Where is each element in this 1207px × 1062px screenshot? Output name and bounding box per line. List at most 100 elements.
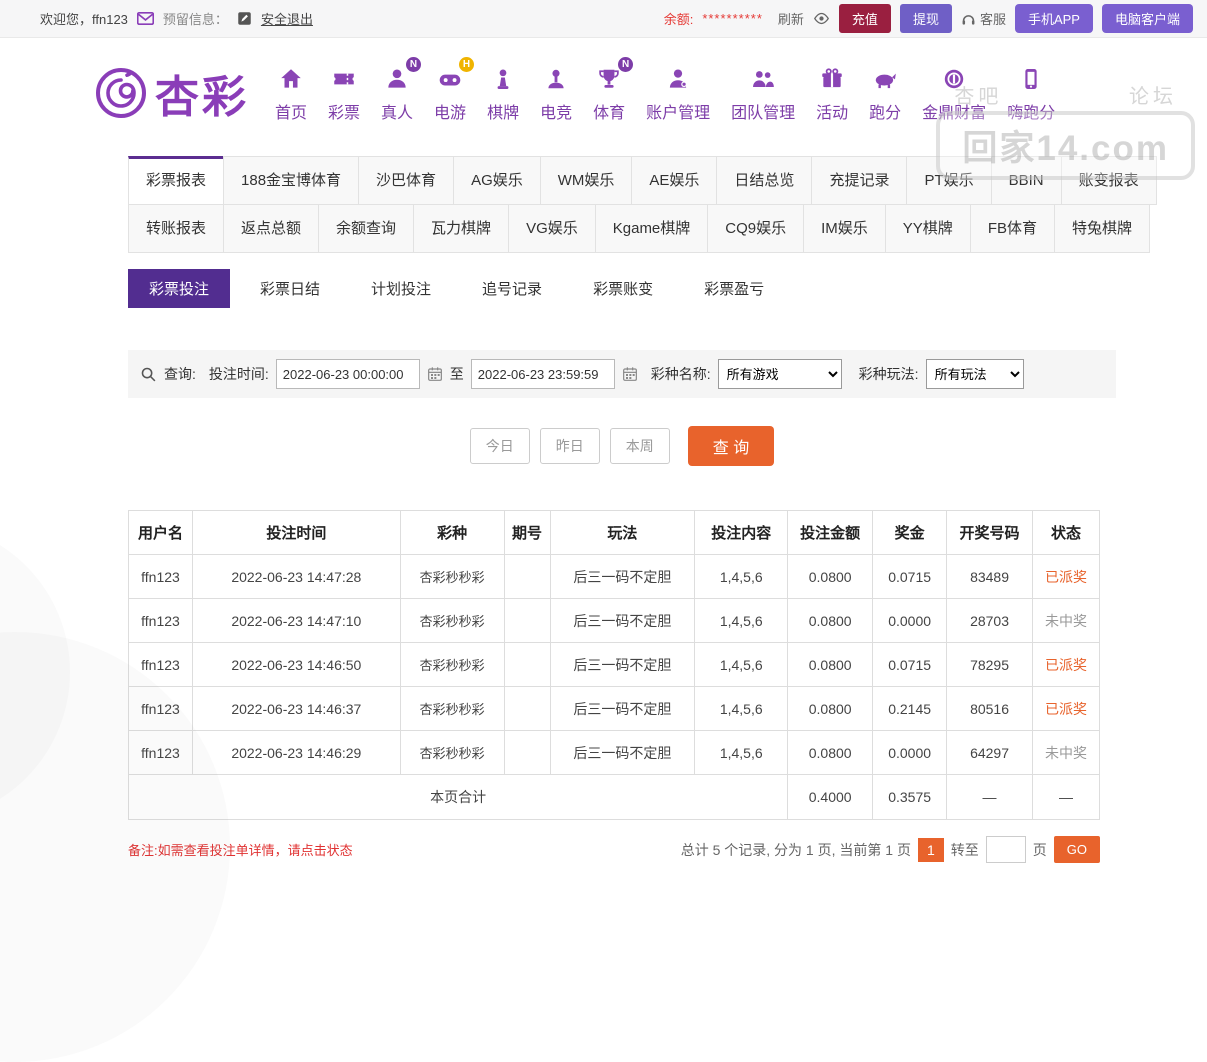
this-week-button[interactable]: 本周 (610, 428, 670, 464)
search-button[interactable]: 查 询 (688, 426, 774, 466)
nav-item[interactable]: 团队管理 (731, 64, 795, 123)
status-cell[interactable]: 已派奖 (1033, 687, 1100, 731)
nav-item[interactable]: 棋牌 (487, 64, 519, 123)
note-text: 备注:如需查看投注单详情，请点击状态 (128, 840, 353, 859)
nav-label: 金鼎财富 (922, 99, 986, 123)
paofen-rhino-icon (872, 64, 898, 94)
report-tab[interactable]: Kgame棋牌 (595, 204, 709, 253)
report-tab[interactable]: 沙巴体育 (358, 156, 454, 205)
report-tab[interactable]: YY棋牌 (885, 204, 971, 253)
report-tab[interactable]: 返点总额 (223, 204, 319, 253)
game-cell: 杏彩秒秒彩 (400, 731, 504, 775)
user-cell: ffn123 (129, 643, 193, 687)
report-tab[interactable]: 彩票报表 (128, 156, 224, 205)
report-tab[interactable]: FB体育 (970, 204, 1055, 253)
report-tab[interactable]: CQ9娱乐 (707, 204, 804, 253)
nav-item[interactable]: 账户管理 (646, 64, 710, 123)
column-header: 用户名 (129, 511, 193, 555)
report-tab[interactable]: AE娱乐 (631, 156, 717, 205)
calendar-icon[interactable] (427, 366, 443, 382)
edit-icon[interactable] (237, 11, 252, 26)
sub-tab[interactable]: 彩票投注 (128, 269, 230, 308)
calendar-icon[interactable] (622, 366, 638, 382)
refresh-link[interactable]: 刷新 (778, 9, 804, 28)
status-cell[interactable]: 未中奖 (1033, 731, 1100, 775)
current-page[interactable]: 1 (918, 838, 944, 862)
nav-item[interactable]: 活动 (816, 64, 848, 123)
background-decor-circle (0, 522, 70, 822)
status-cell[interactable]: 已派奖 (1033, 555, 1100, 599)
sub-tab[interactable]: 计划投注 (350, 269, 452, 308)
eye-icon[interactable] (813, 12, 830, 25)
report-tab[interactable]: IM娱乐 (803, 204, 886, 253)
issue-cell (504, 643, 550, 687)
prize-cell: 0.0000 (873, 599, 947, 643)
sub-tab[interactable]: 彩票账变 (572, 269, 674, 308)
welcome-text: 欢迎您，ffn123 (40, 9, 128, 28)
nav-label: 账户管理 (646, 99, 710, 123)
game-select[interactable]: 所有游戏 (718, 359, 842, 389)
balance-label: 余额: (664, 9, 694, 28)
report-tab[interactable]: 账变报表 (1061, 156, 1157, 205)
start-time-input[interactable] (276, 359, 420, 389)
nav-item[interactable]: 电竞 (540, 64, 572, 123)
report-tab[interactable]: VG娱乐 (508, 204, 596, 253)
nav-label: 嗨跑分 (1007, 99, 1055, 123)
amount-cell: 0.0800 (788, 687, 873, 731)
nav-item[interactable]: 嗨跑分 (1007, 64, 1055, 123)
report-tab[interactable]: PT娱乐 (906, 156, 991, 205)
game-cell: 杏彩秒秒彩 (400, 555, 504, 599)
nav-item[interactable]: H电游 (434, 64, 466, 123)
customer-service-link[interactable]: 客服 (961, 9, 1006, 28)
tabs-row-2: 转账报表返点总额余额查询瓦力棋牌VG娱乐Kgame棋牌CQ9娱乐IM娱乐YY棋牌… (128, 204, 1116, 253)
nav-item[interactable]: 首页 (275, 64, 307, 123)
pc-client-button[interactable]: 电脑客户端 (1102, 4, 1193, 33)
nav-item[interactable]: 跑分 (869, 64, 901, 123)
mobile-app-button[interactable]: 手机APP (1015, 4, 1093, 33)
report-tab[interactable]: 余额查询 (318, 204, 414, 253)
numbers-cell: 28703 (947, 599, 1033, 643)
yesterday-button[interactable]: 昨日 (540, 428, 600, 464)
report-tab[interactable]: WM娱乐 (540, 156, 633, 205)
nav-item[interactable]: N真人 (381, 64, 413, 123)
report-tab[interactable]: 充提记录 (811, 156, 907, 205)
time-cell: 2022-06-23 14:47:10 (192, 599, 400, 643)
column-header: 彩种 (400, 511, 504, 555)
mail-icon[interactable] (137, 12, 154, 25)
status-cell[interactable]: 已派奖 (1033, 643, 1100, 687)
end-time-input[interactable] (471, 359, 615, 389)
deposit-button[interactable]: 充值 (839, 4, 891, 33)
goto-page-input[interactable] (986, 836, 1026, 863)
report-tab[interactable]: 转账报表 (128, 204, 224, 253)
report-tab[interactable]: 特兔棋牌 (1054, 204, 1150, 253)
sub-tab[interactable]: 彩票盈亏 (683, 269, 785, 308)
nav-label: 真人 (381, 99, 413, 123)
summary-row: 本页合计 0.4000 0.3575 — — (129, 775, 1100, 820)
tabs-row-1: 彩票报表188金宝博体育沙巴体育AG娱乐WM娱乐AE娱乐日结总览充提记录PT娱乐… (128, 156, 1116, 205)
main-nav: 首页彩票 N真人 H电游棋牌电竞 N体育账户管理团队管理活动跑分金鼎财富嗨跑分 (275, 64, 1055, 123)
nav-item[interactable]: 彩票 (328, 64, 360, 123)
nav-label: 跑分 (869, 99, 901, 123)
sub-tab[interactable]: 追号记录 (461, 269, 563, 308)
numbers-cell: 64297 (947, 731, 1033, 775)
amount-cell: 0.0800 (788, 731, 873, 775)
subtabs: 彩票投注彩票日结计划投注追号记录彩票账变彩票盈亏 (128, 269, 1116, 308)
report-tab[interactable]: AG娱乐 (453, 156, 541, 205)
summary-label: 本页合计 (129, 775, 788, 820)
play-select[interactable]: 所有玩法 (926, 359, 1024, 389)
logout-link[interactable]: 安全退出 (261, 9, 313, 28)
brand-logo[interactable]: 杏彩 (95, 61, 249, 125)
bet-time-label: 投注时间: (209, 364, 269, 384)
today-button[interactable]: 今日 (470, 428, 530, 464)
nav-item[interactable]: N体育 (593, 64, 625, 123)
content-cell: 1,4,5,6 (695, 555, 788, 599)
report-tab[interactable]: 日结总览 (716, 156, 812, 205)
go-button[interactable]: GO (1054, 836, 1100, 863)
report-tab[interactable]: 188金宝博体育 (223, 156, 359, 205)
sub-tab[interactable]: 彩票日结 (239, 269, 341, 308)
nav-item[interactable]: 金鼎财富 (922, 64, 986, 123)
report-tab[interactable]: 瓦力棋牌 (413, 204, 509, 253)
status-cell[interactable]: 未中奖 (1033, 599, 1100, 643)
withdraw-button[interactable]: 提现 (900, 4, 952, 33)
report-tab[interactable]: BBIN (991, 156, 1062, 205)
